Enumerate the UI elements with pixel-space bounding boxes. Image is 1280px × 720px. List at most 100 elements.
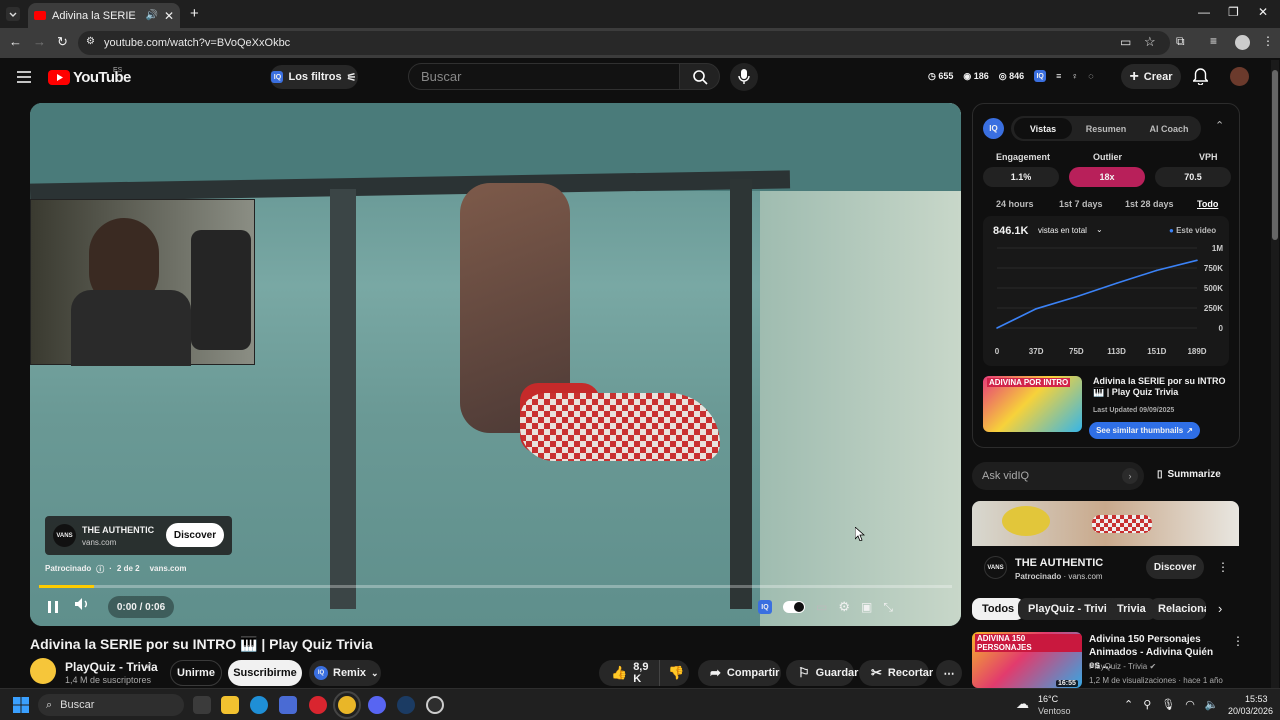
file-explorer-icon[interactable] [221, 696, 239, 714]
task-view-icon[interactable] [193, 696, 211, 714]
restore-button[interactable]: ❐ [1228, 5, 1239, 19]
chip-trivia[interactable]: Trivia [1107, 598, 1156, 620]
ask-send-icon[interactable]: › [1122, 468, 1138, 484]
dislike-button[interactable]: 👎 [659, 660, 689, 686]
weather-temp: 16°C [1038, 694, 1059, 704]
notifications-bell-icon[interactable] [1193, 68, 1208, 85]
ad-link[interactable]: vans.com [150, 564, 187, 575]
ask-vidiq-input[interactable]: Ask vidIQ › [972, 462, 1144, 490]
theater-mode-icon[interactable]: ▣ [861, 600, 872, 614]
network-icon[interactable]: ⚲ [1143, 698, 1151, 711]
chips-next-chevron-icon[interactable]: › [1218, 601, 1222, 616]
recommended-thumbnail[interactable]: ADIVINA 150 PERSONAJES 16:55 [972, 632, 1082, 688]
filters-button[interactable]: IQ Los filtros ⚟ [270, 65, 358, 89]
chip-relacionados[interactable]: Relaciona [1150, 598, 1206, 620]
settings-gear-icon[interactable]: ⚙ [838, 599, 850, 615]
forward-button[interactable]: → [33, 34, 46, 49]
pause-button[interactable] [38, 596, 68, 618]
chart-point [1155, 269, 1158, 272]
window-close-button[interactable]: ✕ [1258, 5, 1268, 19]
tray-chevron-icon[interactable]: ⌃ [1124, 698, 1133, 711]
trophy-icon[interactable]: ♀ [1071, 71, 1078, 81]
search-input[interactable]: Buscar [408, 63, 680, 90]
taskbar-search[interactable]: ⌕ Buscar [38, 694, 184, 716]
share-button[interactable]: ➦ Compartir [698, 660, 781, 686]
weather-icon[interactable]: ☁ [1016, 696, 1029, 712]
volume-button[interactable] [74, 597, 90, 611]
range-todo[interactable]: Todo [1197, 199, 1218, 209]
voice-search-button[interactable] [730, 63, 758, 91]
side-ad-more-icon[interactable]: ⋮ [1217, 560, 1229, 574]
similar-thumbnails-button[interactable]: See similar thumbnails ↗ [1089, 422, 1200, 439]
minimize-button[interactable]: — [1198, 5, 1210, 19]
scrollbar-thumb[interactable] [1272, 70, 1278, 240]
remix-button[interactable]: IQ Remix ⌄ [309, 660, 381, 686]
create-button[interactable]: + Crear [1121, 64, 1181, 89]
site-info-icon[interactable]: ⚙ [86, 36, 95, 47]
search-button[interactable] [679, 63, 720, 90]
vidiq-header-icon[interactable]: IQ [1034, 70, 1047, 82]
tab-vistas[interactable]: Vistas [1014, 118, 1072, 139]
chat-icon[interactable]: ◌ [1088, 71, 1093, 81]
subtitles-icon[interactable]: ▭ [816, 600, 827, 614]
extensions-icon[interactable]: ⧉ [1176, 34, 1185, 49]
browser-tab[interactable]: Adivina la SERIE por su INT 🔊 ✕ [28, 3, 180, 28]
more-actions-button[interactable]: ⋯ [936, 660, 962, 686]
chrome-icon[interactable] [333, 691, 361, 719]
steam-icon[interactable] [397, 696, 415, 714]
obs-icon[interactable] [426, 696, 444, 714]
progress-bar[interactable] [39, 585, 952, 588]
back-button[interactable]: ← [9, 34, 22, 49]
video-thumbnail[interactable]: ADIVINA POR INTRO [983, 376, 1082, 432]
side-ad-banner[interactable] [972, 501, 1239, 546]
video-player[interactable]: VANS THE AUTHENTIC vans.com Discover Pat… [30, 103, 961, 626]
bookmark-star-icon[interactable]: ☆ [1144, 34, 1156, 50]
autoplay-toggle[interactable] [783, 601, 805, 613]
browser-menu-icon[interactable]: ⋮ [1262, 34, 1274, 48]
media-control-icon[interactable]: ≡ [1210, 34, 1217, 48]
recommended-more-icon[interactable]: ⋮ [1232, 634, 1244, 648]
volume-tray-icon[interactable]: 🔈 [1205, 698, 1219, 711]
chip-todos[interactable]: Todos [972, 598, 1025, 620]
vidiq-player-icon[interactable]: IQ [758, 600, 772, 614]
mic-icon[interactable]: 🎙 [1161, 698, 1175, 711]
new-tab-button[interactable]: + [190, 5, 199, 22]
page-scrollbar[interactable] [1271, 60, 1279, 688]
range-7d[interactable]: 1st 7 days [1059, 199, 1103, 209]
opera-icon[interactable] [309, 696, 327, 714]
discord-icon[interactable] [368, 696, 386, 714]
range-24h[interactable]: 24 hours [996, 199, 1034, 209]
ad-card[interactable]: VANS THE AUTHENTIC vans.com Discover [45, 516, 232, 555]
subscribe-button[interactable]: Suscribirme [228, 660, 302, 686]
total-views-label[interactable]: vistas en total [1038, 226, 1087, 235]
channel-avatar[interactable] [30, 658, 56, 684]
reload-button[interactable]: ↻ [57, 34, 68, 50]
windows-start-icon[interactable] [13, 697, 29, 713]
tab-ai-coach[interactable]: AI Coach [1139, 118, 1199, 139]
cast-icon[interactable]: ▭ [1120, 35, 1131, 49]
profile-avatar[interactable] [1235, 35, 1250, 50]
like-button[interactable]: 👍 8,9 K [599, 660, 659, 686]
wifi-icon[interactable]: ◠ [1185, 698, 1195, 711]
hamburger-menu-icon[interactable] [17, 71, 31, 83]
fullscreen-icon[interactable]: ⤡ [883, 600, 893, 615]
ad-discover-button[interactable]: Discover [166, 523, 224, 547]
clip-button[interactable]: ✂ Recortar [859, 660, 933, 686]
collapse-chevron-icon[interactable]: ⌃ [1215, 119, 1224, 132]
join-button[interactable]: Unirme [170, 660, 222, 686]
account-avatar[interactable] [1230, 67, 1249, 86]
store-icon[interactable] [279, 696, 297, 714]
ad-position-dot: · [109, 564, 112, 573]
edge-icon[interactable] [250, 696, 268, 714]
side-ad-discover-button[interactable]: Discover [1146, 555, 1204, 579]
list-icon[interactable]: ≡ [1056, 71, 1061, 81]
tab-search-button[interactable] [6, 7, 20, 21]
summarize-button[interactable]: ▯ Summarize [1157, 469, 1221, 480]
tab-close-icon[interactable]: ✕ [164, 9, 174, 23]
info-icon[interactable]: ⓘ [96, 564, 104, 575]
channel-name[interactable]: PlayQuiz - Trivia [65, 660, 158, 674]
range-28d[interactable]: 1st 28 days [1125, 199, 1174, 209]
save-button[interactable]: ⚐ Guardar [786, 660, 858, 686]
tab-resumen[interactable]: Resumen [1076, 118, 1136, 139]
url-bar[interactable]: ⚙ youtube.com/watch?v=BVoQeXxOkbc ▭ ☆ [78, 31, 1170, 55]
